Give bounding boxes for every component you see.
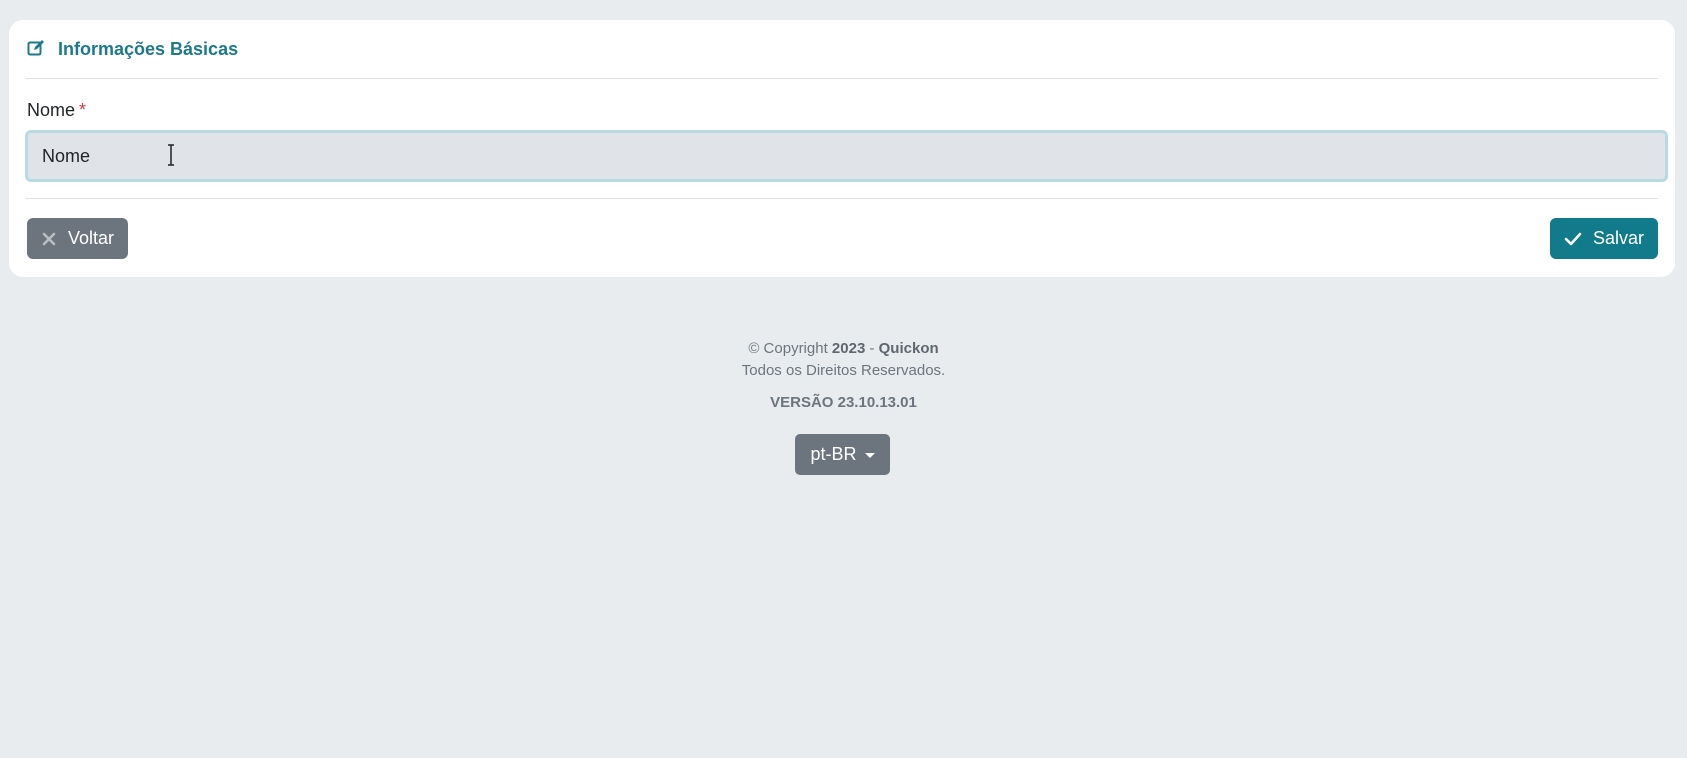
required-mark: * — [79, 100, 87, 120]
copyright-separator: - — [869, 340, 875, 357]
edit-icon — [26, 38, 46, 58]
copyright-prefix: © Copyright — [748, 340, 828, 357]
language-dropdown[interactable]: pt-BR — [795, 434, 890, 475]
card-title: Informações Básicas — [58, 38, 239, 59]
divider — [26, 198, 1658, 199]
save-button-label: Salvar — [1592, 228, 1644, 248]
save-button[interactable]: Salvar — [1550, 218, 1658, 259]
rights-text: Todos os Direitos Reservados. — [741, 362, 946, 379]
back-button-label: Voltar — [67, 228, 114, 248]
back-button[interactable]: Voltar — [27, 218, 128, 259]
language-dropdown-label: pt-BR — [810, 444, 857, 464]
text-cursor-icon — [168, 144, 174, 166]
card-header: Informações Básicas — [26, 20, 1658, 79]
copyright-year: 2023 — [831, 340, 866, 357]
version-text: VERSÃO 23.10.13.01 — [770, 394, 917, 411]
name-input[interactable] — [25, 130, 1668, 182]
company-name: Quickon — [878, 340, 939, 357]
check-icon — [1564, 229, 1583, 249]
close-icon — [41, 229, 58, 249]
name-label-text: Nome — [27, 100, 76, 120]
name-field-label: Nome * — [27, 100, 86, 121]
caret-down-icon — [864, 453, 875, 458]
page-footer: © Copyright 2023 - Quickon Todos os Dire… — [0, 338, 1687, 414]
basic-info-card: Informações Básicas Nome* Voltar Salvar — [9, 20, 1675, 277]
copyright-line: © Copyright 2023 - Quickon — [0, 338, 1687, 360]
